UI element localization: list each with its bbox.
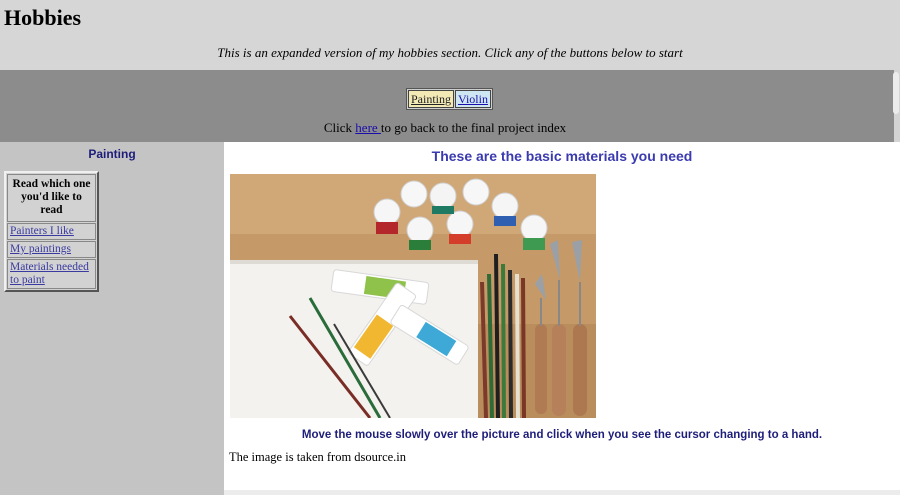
index-line: Click here to go back to the final proje… (0, 120, 890, 136)
reading-menu: Read which one you'd like to read Painte… (4, 171, 99, 292)
painting-button[interactable]: Painting (408, 90, 455, 108)
main-heading: These are the basic materials you need (431, 148, 693, 164)
reading-menu-heading: Read which one you'd like to read (7, 174, 96, 222)
my-paintings-link[interactable]: My paintings (7, 241, 96, 258)
sidebar: Painting Read which one you'd like to re… (0, 142, 224, 495)
violin-button[interactable]: Violin (455, 90, 491, 108)
painters-i-like-link[interactable]: Painters I like (7, 223, 96, 240)
index-prefix: Click (323, 120, 356, 135)
main-content: These are the basic materials you need M… (224, 142, 900, 495)
image-credit: The image is taken from dsource.in (229, 450, 407, 464)
scrollbar-thumb[interactable] (893, 72, 899, 114)
sidebar-title: Painting (88, 147, 136, 161)
page-title: Hobbies (4, 5, 82, 30)
intro-text: This is an expanded version of my hobbie… (217, 45, 683, 60)
page-header: Hobbies This is an expanded version of m… (0, 0, 900, 70)
materials-needed-link[interactable]: Materials needed to paint (7, 259, 96, 289)
painting-materials-image[interactable] (230, 174, 596, 418)
bottom-divider (224, 490, 900, 495)
hobby-button-group: Painting Violin (406, 88, 493, 110)
index-suffix: to go back to the final project index (380, 120, 567, 135)
image-caption: Move the mouse slowly over the picture a… (301, 429, 823, 441)
index-here-link[interactable]: here (355, 120, 381, 135)
